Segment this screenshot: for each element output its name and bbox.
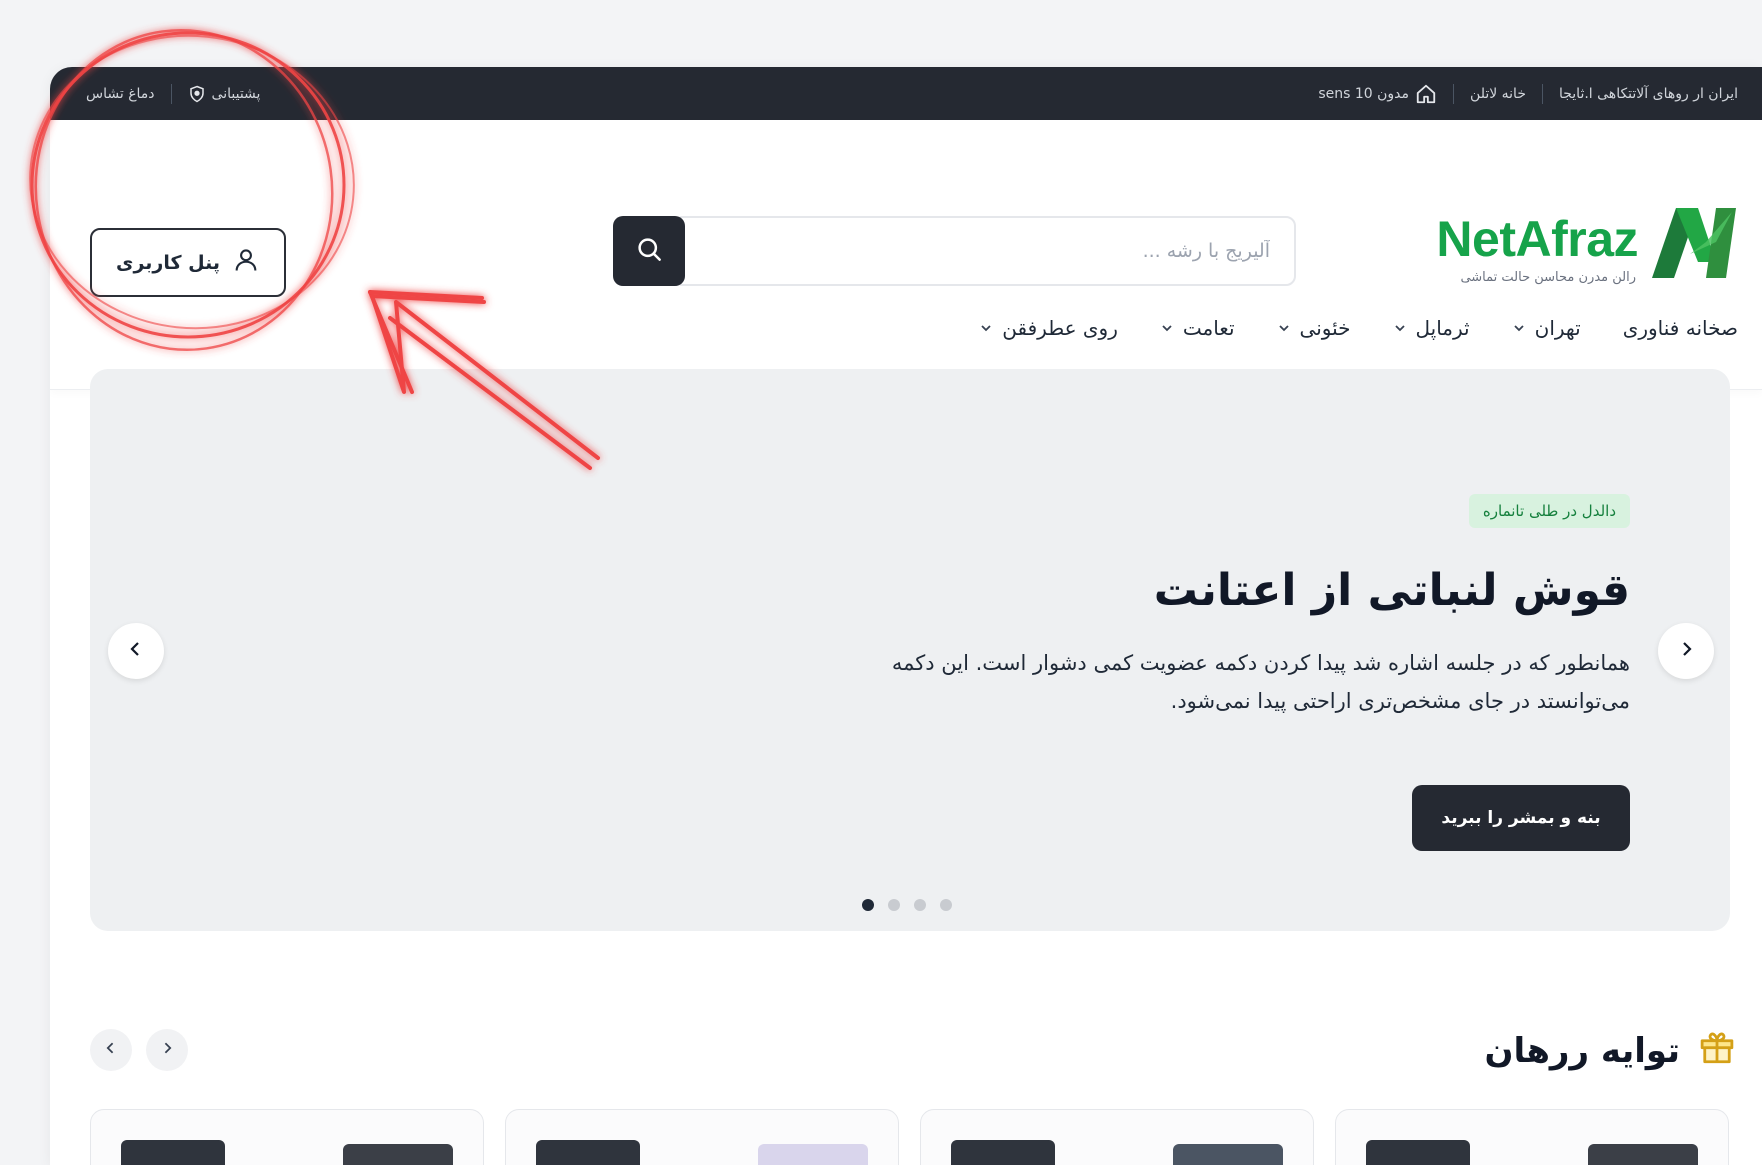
top-bar-item-contact[interactable]: دماغ تشاس (86, 86, 155, 102)
chevron-left-icon (103, 1040, 119, 1060)
product-card[interactable] (1335, 1109, 1729, 1165)
hero-slider: دالدل در طلی تانماره قوش لنباتی از اعتان… (90, 369, 1730, 931)
user-panel-label: پنل کاربری (116, 251, 220, 274)
nav-item-label: صخانه فناوری (1622, 316, 1738, 340)
top-bar-left: دماغ تشاس پشتیبانی (86, 67, 260, 120)
hero-cta-label: بنه و بمشر را ببرید (1441, 808, 1601, 828)
search-input[interactable] (673, 216, 1296, 286)
top-bar-right: مدون 10 sens خانه لاتلن ایران ار روهای آ… (1318, 67, 1738, 120)
main-nav: صخانه فناوری تهران ثرماپل خئونی تعامت رو… (979, 316, 1738, 340)
hero-title: قوش لنباتی از اعتانت (1153, 565, 1630, 616)
nav-item-label: تهران (1534, 316, 1581, 340)
top-bar: مدون 10 sens خانه لاتلن ایران ار روهای آ… (50, 67, 1762, 120)
top-bar-item-label: پشتیبانی (211, 85, 261, 102)
browser-page: مدون 10 sens خانه لاتلن ایران ار روهای آ… (50, 67, 1762, 1165)
nav-item-5[interactable]: تعامت (1160, 316, 1235, 340)
top-bar-item-2[interactable]: خانه لاتلن (1470, 86, 1526, 102)
product-card[interactable] (90, 1109, 484, 1165)
nav-item-6[interactable]: روی عطرفقن (979, 316, 1118, 340)
slider-dot[interactable] (888, 899, 900, 911)
product-image (343, 1144, 453, 1165)
offers-title: توایه ررهان (1484, 1030, 1680, 1071)
offers-nav (90, 1029, 188, 1071)
offers-prev-button[interactable] (90, 1029, 132, 1071)
shield-icon (188, 85, 206, 103)
logo-brand: NetAfraz (1436, 211, 1638, 267)
header: پنل کاربری NetAfraz رالن مدرن محاسن حالت (50, 120, 1762, 390)
chevron-down-icon (1160, 316, 1174, 340)
search-icon (634, 234, 664, 268)
hero-description: همانطور که در جلسه اشاره شد پیدا کردن دک… (891, 651, 1630, 713)
nav-item-label: خئونی (1299, 316, 1351, 340)
search-bar (613, 216, 1296, 286)
top-bar-item-3[interactable]: ایران ار روهای آلاتتکاهی ا.ثایجا (1559, 86, 1738, 102)
divider (170, 83, 172, 104)
chevron-down-icon (1393, 316, 1407, 340)
top-bar-item-support[interactable]: پشتیبانی (188, 85, 261, 103)
chevron-down-icon (979, 316, 993, 340)
hero-cta-button[interactable]: بنه و بمشر را ببرید (1412, 785, 1630, 851)
logo-tagline: رالن مدرن محاسن حالت تماشی (1460, 270, 1636, 285)
product-image (1588, 1144, 1698, 1165)
hero-badge: دالدل در طلی تانماره (1468, 494, 1630, 528)
top-bar-item-label: ایران ار روهای آلاتتکاهی ا.ثایجا (1558, 85, 1738, 102)
slider-dots (862, 899, 952, 911)
product-cards (90, 1109, 1730, 1165)
nav-item-3[interactable]: ثرماپل (1393, 316, 1470, 340)
product-tag (1366, 1140, 1470, 1165)
nav-item-home[interactable]: صخانه فناوری (1623, 316, 1738, 340)
nav-item-label: روی عطرفقن (1002, 316, 1118, 340)
slider-dot[interactable] (914, 899, 926, 911)
nav-item-label: ثرماپل (1415, 316, 1470, 340)
home-icon (1415, 83, 1437, 105)
nav-item-2[interactable]: تهران (1512, 316, 1581, 340)
product-tag (121, 1140, 225, 1165)
search-button[interactable] (613, 216, 685, 286)
product-image (758, 1144, 868, 1165)
slider-prev-button[interactable] (108, 623, 164, 679)
offers-next-button[interactable] (146, 1029, 188, 1071)
divider (1541, 83, 1543, 104)
chevron-right-icon (1676, 639, 1696, 663)
nav-item-label: تعامت (1182, 316, 1235, 340)
user-panel-button[interactable]: پنل کاربری (90, 228, 286, 297)
nav-item-4[interactable]: خئونی (1277, 316, 1351, 340)
chevron-down-icon (1512, 316, 1526, 340)
chevron-left-icon (126, 639, 146, 663)
slider-dot[interactable] (862, 899, 874, 911)
top-bar-item-home[interactable]: مدون 10 sens (1318, 83, 1437, 105)
product-card[interactable] (920, 1109, 1314, 1165)
top-bar-item-label: خانه لاتلن (1470, 85, 1526, 102)
offers-heading: توایه ررهان (1485, 1025, 1738, 1076)
divider (1453, 83, 1455, 104)
logo-mark-icon (1646, 202, 1738, 286)
user-icon (232, 246, 260, 279)
product-tag (951, 1140, 1055, 1165)
slider-next-button[interactable] (1658, 623, 1714, 679)
product-tag (536, 1140, 640, 1165)
top-bar-item-label: دماغ تشاس (86, 85, 155, 102)
product-card[interactable] (505, 1109, 899, 1165)
chevron-down-icon (1277, 316, 1291, 340)
gift-icon (1696, 1025, 1738, 1076)
top-bar-item-label: مدون 10 sens (1318, 85, 1410, 102)
product-image (1173, 1144, 1283, 1165)
site-logo[interactable]: NetAfraz رالن مدرن محاسن حالت تماشی (1418, 202, 1738, 292)
slider-dot[interactable] (940, 899, 952, 911)
chevron-right-icon (159, 1040, 175, 1060)
